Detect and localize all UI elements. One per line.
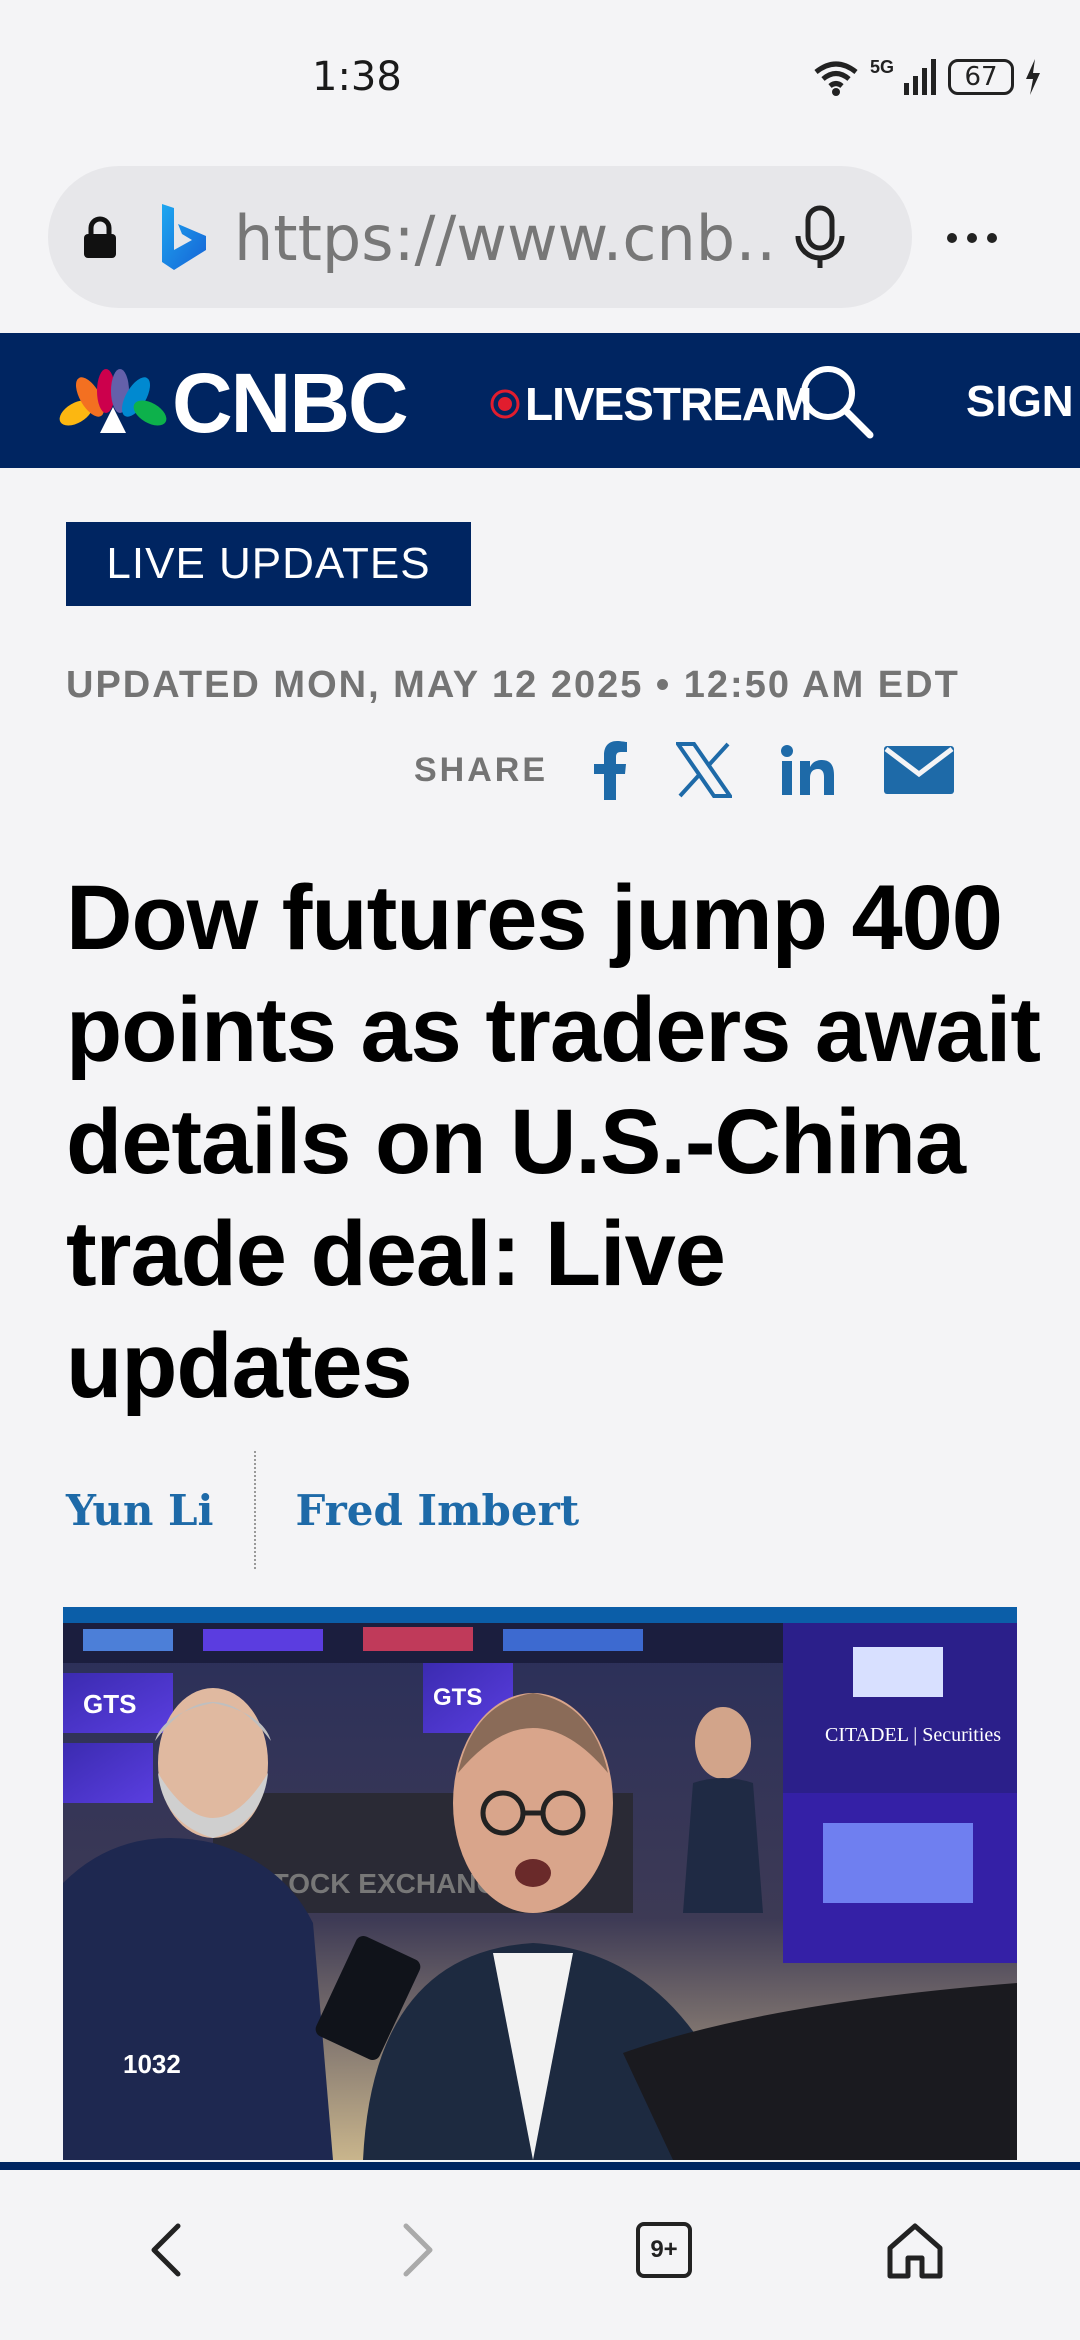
lock-icon[interactable] (82, 216, 118, 260)
more-options-icon[interactable] (944, 210, 1000, 266)
tabs-button[interactable]: 9+ (636, 2222, 692, 2278)
gts-sign: GTS (83, 1689, 136, 1719)
network-type: 5G (869, 56, 894, 77)
bing-logo-icon (162, 204, 206, 270)
wifi-icon (814, 61, 858, 96)
live-updates-badge: LIVE UPDATES (66, 522, 471, 606)
search-icon[interactable] (798, 363, 874, 439)
address-bar[interactable]: https://www.cnb… (48, 166, 912, 308)
browser-bottom-bar: 9+ (0, 2170, 1080, 2340)
charging-icon (1026, 59, 1040, 95)
forward-icon[interactable] (398, 2220, 438, 2280)
microphone-icon[interactable] (792, 204, 848, 270)
livestream-link[interactable]: LIVESTREAM (525, 377, 812, 431)
back-icon[interactable] (146, 2220, 186, 2280)
url-text[interactable]: https://www.cnb… (234, 202, 774, 275)
share-bar: SHARE (414, 740, 1002, 800)
facebook-icon[interactable] (592, 740, 628, 800)
article-headline: Dow futures jump 400 points as traders a… (66, 867, 1041, 1417)
share-label: SHARE (414, 750, 549, 789)
status-icons: 5G 67 (812, 56, 1042, 96)
site-header: CNBC LIVESTREAM SIGN IN (0, 333, 1080, 468)
citadel-sign: CITADEL | Securities (825, 1724, 1001, 1746)
linkedin-icon[interactable] (780, 745, 836, 795)
email-icon[interactable] (884, 746, 955, 794)
live-dot-icon (490, 389, 520, 419)
article-hero-image[interactable]: GTS GTS CITADEL | Securities STOCK EXCHA… (63, 1607, 1017, 2160)
battery-indicator: 67 (948, 59, 1014, 95)
trading-floor-photo: GTS GTS CITADEL | Securities STOCK EXCHA… (63, 1623, 1017, 2160)
signal-icon (904, 59, 936, 95)
gts-sign: GTS (433, 1684, 482, 1711)
byline-divider (253, 1451, 256, 1569)
x-twitter-icon[interactable] (676, 742, 733, 798)
author-link[interactable]: Yun Li (66, 1486, 214, 1535)
site-brand[interactable]: CNBC (172, 355, 409, 452)
content-bottom-border (0, 2162, 1080, 2170)
home-icon[interactable] (884, 2220, 946, 2282)
status-bar: 1:38 5G 67 (0, 0, 1080, 160)
status-time: 1:38 (312, 54, 402, 100)
sign-in-link[interactable]: SIGN IN (966, 377, 1080, 427)
author-link[interactable]: Fred Imbert (296, 1486, 580, 1535)
bylines: Yun Li Fred Imbert (66, 1450, 579, 1570)
updated-timestamp: UPDATED MON, MAY 12 2025 • 12:50 AM EDT (66, 664, 960, 706)
badge-number: 1032 (123, 2049, 181, 2079)
nbc-peacock-logo[interactable] (58, 369, 168, 433)
